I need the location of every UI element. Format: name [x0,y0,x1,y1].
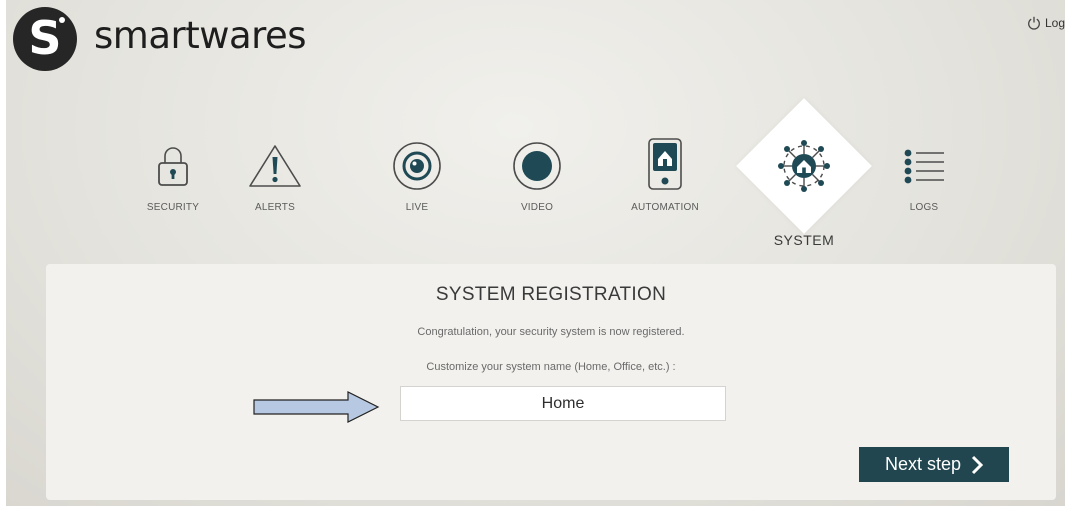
list-icon [904,149,944,184]
warning-triangle-icon [249,145,301,187]
nav-item-logs[interactable]: LOGS [869,134,979,213]
next-step-button[interactable]: Next step [859,447,1009,482]
nav-label-live: LIVE [405,202,429,213]
camera-lens-icon [393,142,441,190]
nav-label-automation: AUTOMATION [631,202,699,213]
nav-label-video: VIDEO [520,202,554,213]
power-icon [1028,16,1040,30]
logout-button[interactable]: Log [1027,16,1065,30]
system-name-input[interactable] [400,386,726,421]
brand-name: smartwares [94,14,307,57]
nav-label-logs: LOGS [909,202,939,213]
padlock-icon [158,147,188,186]
system-name-prompt: Customize your system name (Home, Office… [426,361,676,373]
nav-label-alerts: ALERTS [255,202,295,213]
nav-item-live[interactable]: LIVE [362,134,472,213]
nav-item-alerts[interactable]: ALERTS [220,134,330,213]
smart-plug-icon [648,138,682,190]
page-background: S smartwares Log SECURITY ALERTS LIVE VI… [6,0,1065,506]
nav-label-system: SYSTEM [773,232,835,248]
registration-title: SYSTEM REGISTRATION [435,284,667,305]
next-step-label: Next step [884,454,962,474]
pointer-arrow-icon [253,391,380,423]
house-network-icon [778,140,830,192]
registration-message: Congratulation, your security system is … [417,326,685,338]
video-record-icon [513,142,561,190]
nav-item-video[interactable]: VIDEO [482,134,592,213]
nav-item-automation[interactable]: AUTOMATION [610,134,720,213]
nav-item-system[interactable] [749,134,859,198]
logout-label: Log [1044,16,1065,30]
logo-dot [59,17,65,23]
nav-item-security[interactable]: SECURITY [118,134,228,213]
nav-label-security: SECURITY [146,202,200,213]
chevron-right-icon [971,455,984,474]
logo-badge: S [13,7,77,71]
registration-panel: SYSTEM REGISTRATION Congratulation, your… [46,264,1056,500]
